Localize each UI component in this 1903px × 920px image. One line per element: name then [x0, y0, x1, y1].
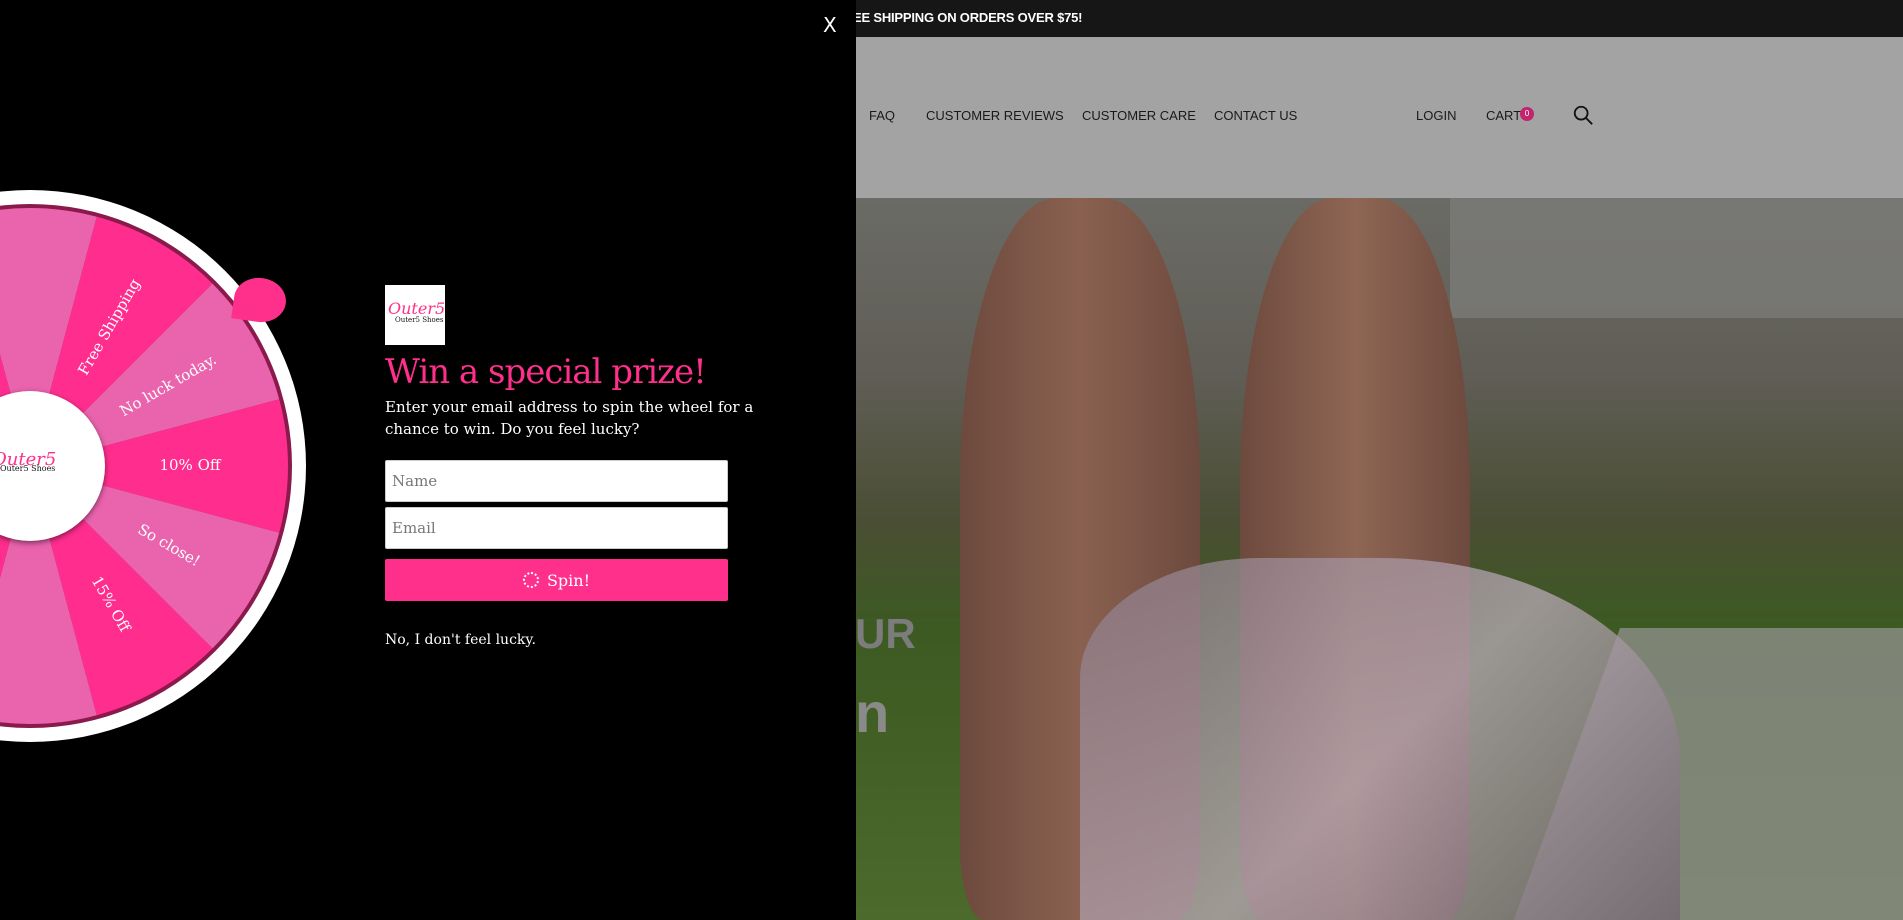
- wheel-segment-label: 10% Off: [159, 456, 221, 474]
- name-input[interactable]: [385, 460, 728, 502]
- hero-subline-fragment: n: [855, 681, 890, 744]
- login-link[interactable]: LOGIN: [1416, 108, 1456, 123]
- close-popup-button[interactable]: X: [823, 13, 837, 37]
- popup-title: Win a special prize!: [385, 352, 707, 392]
- decline-link[interactable]: No, I don't feel lucky.: [385, 632, 536, 648]
- popup-description: Enter your email address to spin the whe…: [385, 398, 754, 438]
- prize-wheel: Free Shipping No luck today. 10% Off So clo…: [0, 190, 306, 742]
- wheel-hub-logo-sub: Outer5 Shoes: [0, 464, 56, 473]
- hero-background-street: [1450, 198, 1903, 318]
- spin-button-label: Spin!: [546, 570, 591, 590]
- cart-link[interactable]: CART: [1486, 108, 1521, 123]
- hero-headline-fragment: UR: [855, 610, 916, 657]
- spin-button[interactable]: Spin!: [385, 559, 728, 601]
- email-input[interactable]: [385, 507, 728, 549]
- cart-count-badge: 0: [1520, 107, 1534, 121]
- nav-item-customer-reviews[interactable]: CUSTOMER REVIEWS: [926, 108, 1064, 123]
- spin-wheel-popup: Free Shipping No luck today. 10% Off So clo…: [0, 0, 856, 920]
- nav-item-contact-us[interactable]: CONTACT US: [1214, 108, 1297, 123]
- nav-item-customer-care[interactable]: CUSTOMER CARE: [1082, 108, 1196, 123]
- nav-item-faq[interactable]: FAQ: [869, 108, 895, 123]
- announcement-text: EE SHIPPING ON ORDERS OVER $75!: [853, 10, 1083, 25]
- search-icon[interactable]: [1572, 104, 1594, 126]
- brand-logo: Outer5 Outer5 Shoes: [385, 285, 445, 345]
- hero-heels: [1080, 558, 1680, 920]
- spinner-icon: [522, 572, 539, 588]
